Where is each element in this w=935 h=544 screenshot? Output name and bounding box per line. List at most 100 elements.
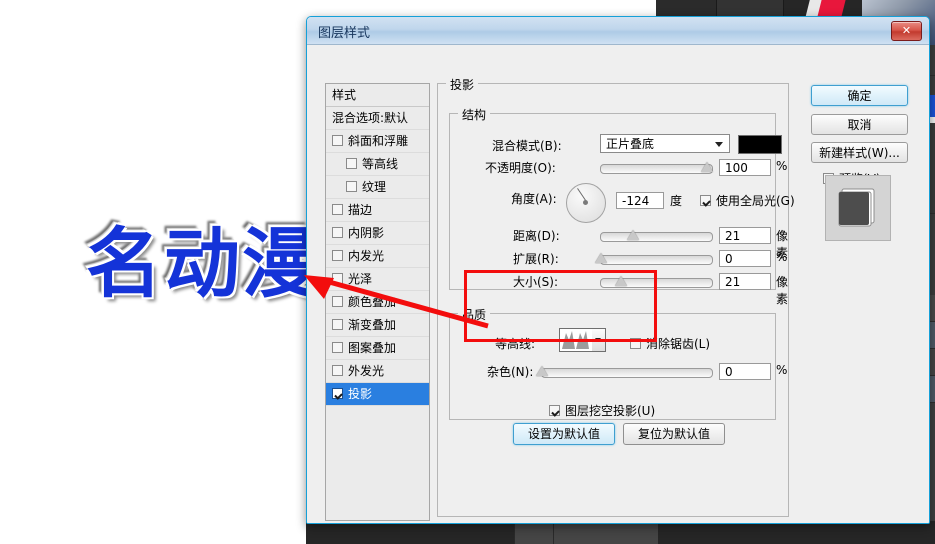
checkbox-icon[interactable] bbox=[332, 319, 343, 330]
contour-label: 等高线: bbox=[495, 337, 536, 351]
drop-shadow-panel: 投影 结构 混合模式(B): 正片叠底 不透明度(O): 100 % 角度(A)… bbox=[437, 75, 795, 519]
antialias-checkbox[interactable]: 消除锯齿(L) bbox=[630, 335, 710, 352]
opacity-slider[interactable] bbox=[600, 164, 713, 174]
layer-style-dialog: 图层样式 ✕ 样式 混合选项:默认 斜面和浮雕 等高线 纹理 描边 内阴影 内发… bbox=[306, 16, 930, 524]
contour-preview[interactable] bbox=[559, 328, 594, 352]
checkbox-icon[interactable] bbox=[346, 158, 357, 169]
angle-label: 角度(A): bbox=[511, 192, 557, 206]
sidebar-item-outer-glow[interactable]: 外发光 bbox=[326, 360, 429, 383]
blend-mode-select[interactable]: 正片叠底 bbox=[600, 134, 730, 153]
checkbox-icon[interactable] bbox=[332, 296, 343, 307]
size-unit: 像素 bbox=[776, 275, 789, 306]
noise-slider[interactable] bbox=[541, 368, 713, 378]
cancel-button[interactable]: 取消 bbox=[811, 114, 908, 135]
sidebar-item-color-overlay[interactable]: 颜色叠加 bbox=[326, 291, 429, 314]
shadow-color-swatch[interactable] bbox=[738, 135, 782, 154]
sidebar-item-gradient-overlay[interactable]: 渐变叠加 bbox=[326, 314, 429, 337]
ps-bottom-cell bbox=[553, 521, 658, 544]
noise-unit: % bbox=[776, 363, 788, 377]
distance-slider[interactable] bbox=[600, 232, 713, 242]
sidebar-item-label: 投影 bbox=[348, 387, 373, 401]
sidebar-item-label: 内阴影 bbox=[348, 226, 385, 240]
checkbox-icon[interactable] bbox=[332, 273, 343, 284]
set-default-button[interactable]: 设置为默认值 bbox=[513, 423, 615, 445]
angle-input[interactable]: -124 bbox=[616, 192, 664, 209]
spread-unit: % bbox=[776, 250, 788, 264]
use-global-light-checkbox[interactable]: 使用全局光(G) bbox=[700, 192, 795, 209]
chevron-down-icon bbox=[715, 142, 723, 147]
drop-shadow-group-title: 投影 bbox=[446, 76, 479, 93]
checkbox-icon[interactable] bbox=[332, 388, 343, 399]
noise-label: 杂色(N): bbox=[487, 365, 534, 379]
dialog-titlebar[interactable]: 图层样式 ✕ bbox=[307, 17, 929, 45]
sidebar-item-label: 斜面和浮雕 bbox=[348, 134, 409, 148]
sidebar-item-contour[interactable]: 等高线 bbox=[326, 153, 429, 176]
sidebar-item-label: 混合选项:默认 bbox=[332, 111, 409, 125]
chevron-down-icon bbox=[595, 338, 601, 342]
spread-label: 扩展(R): bbox=[513, 252, 559, 266]
angle-unit: 度 bbox=[670, 194, 683, 208]
sidebar-item-stroke[interactable]: 描边 bbox=[326, 199, 429, 222]
checkbox-icon[interactable] bbox=[332, 135, 343, 146]
sidebar-item-inner-glow[interactable]: 内发光 bbox=[326, 245, 429, 268]
dialog-body: 样式 混合选项:默认 斜面和浮雕 等高线 纹理 描边 内阴影 内发光 光泽 颜色… bbox=[307, 45, 929, 523]
close-icon[interactable]: ✕ bbox=[891, 21, 922, 41]
reset-default-button[interactable]: 复位为默认值 bbox=[623, 423, 725, 445]
sidebar-item-pattern-overlay[interactable]: 图案叠加 bbox=[326, 337, 429, 360]
opacity-unit: % bbox=[776, 159, 788, 173]
quality-group-title: 品质 bbox=[458, 306, 491, 323]
knockout-label: 图层挖空投影(U) bbox=[565, 404, 656, 418]
new-style-button[interactable]: 新建样式(W)... bbox=[811, 142, 908, 163]
spread-slider-thumb[interactable] bbox=[595, 253, 607, 263]
checkbox-icon[interactable] bbox=[332, 342, 343, 353]
sidebar-item-bevel-emboss[interactable]: 斜面和浮雕 bbox=[326, 130, 429, 153]
dialog-title: 图层样式 bbox=[318, 26, 371, 41]
checkbox-icon[interactable] bbox=[630, 338, 641, 349]
opacity-input[interactable]: 100 bbox=[719, 159, 771, 176]
sidebar-item-texture[interactable]: 纹理 bbox=[326, 176, 429, 199]
sidebar-item-label: 描边 bbox=[348, 203, 373, 217]
contour-dropdown[interactable] bbox=[592, 328, 606, 352]
sidebar-item-label: 外发光 bbox=[348, 364, 385, 378]
size-input[interactable]: 21 bbox=[719, 273, 771, 290]
checkbox-icon[interactable] bbox=[332, 227, 343, 238]
spread-input[interactable]: 0 bbox=[719, 250, 771, 267]
checkbox-icon[interactable] bbox=[332, 204, 343, 215]
blend-mode-value: 正片叠底 bbox=[606, 137, 655, 151]
checkbox-icon[interactable] bbox=[700, 195, 711, 206]
structure-group-title: 结构 bbox=[458, 106, 491, 123]
spread-slider[interactable] bbox=[600, 255, 713, 265]
distance-label: 距离(D): bbox=[513, 229, 560, 243]
noise-input[interactable]: 0 bbox=[719, 363, 771, 380]
blend-mode-label: 混合模式(B): bbox=[492, 139, 562, 153]
antialias-label: 消除锯齿(L) bbox=[646, 337, 711, 351]
sidebar-item-drop-shadow[interactable]: 投影 bbox=[326, 383, 429, 406]
sidebar-item-satin[interactable]: 光泽 bbox=[326, 268, 429, 291]
sidebar-item-label: 渐变叠加 bbox=[348, 318, 397, 332]
checkbox-icon[interactable] bbox=[332, 365, 343, 376]
sidebar-item-inner-shadow[interactable]: 内阴影 bbox=[326, 222, 429, 245]
distance-input[interactable]: 21 bbox=[719, 227, 771, 244]
opacity-slider-thumb[interactable] bbox=[701, 162, 713, 172]
sidebar-item-label: 颜色叠加 bbox=[348, 295, 397, 309]
size-slider-thumb[interactable] bbox=[615, 276, 627, 286]
checkbox-icon[interactable] bbox=[549, 405, 560, 416]
styles-list-header: 样式 bbox=[326, 84, 429, 107]
knockout-checkbox[interactable]: 图层挖空投影(U) bbox=[549, 402, 655, 419]
sidebar-item-label: 内发光 bbox=[348, 249, 385, 263]
checkbox-icon[interactable] bbox=[332, 250, 343, 261]
sidebar-item-label: 光泽 bbox=[348, 272, 373, 286]
angle-dial[interactable] bbox=[566, 183, 606, 223]
ok-button[interactable]: 确定 bbox=[811, 85, 908, 106]
checkbox-icon[interactable] bbox=[346, 181, 357, 192]
sidebar-item-blend-options[interactable]: 混合选项:默认 bbox=[326, 107, 429, 130]
use-global-light-label: 使用全局光(G) bbox=[716, 194, 795, 208]
canvas-artwork-text: 名动漫 bbox=[86, 219, 320, 308]
noise-slider-thumb[interactable] bbox=[536, 366, 548, 376]
style-preview-thumbnail bbox=[825, 175, 891, 241]
size-label: 大小(S): bbox=[513, 275, 559, 289]
sidebar-item-label: 纹理 bbox=[362, 180, 387, 194]
sidebar-item-label: 等高线 bbox=[362, 157, 399, 171]
distance-slider-thumb[interactable] bbox=[627, 230, 639, 240]
styles-list[interactable]: 样式 混合选项:默认 斜面和浮雕 等高线 纹理 描边 内阴影 内发光 光泽 颜色… bbox=[325, 83, 430, 521]
